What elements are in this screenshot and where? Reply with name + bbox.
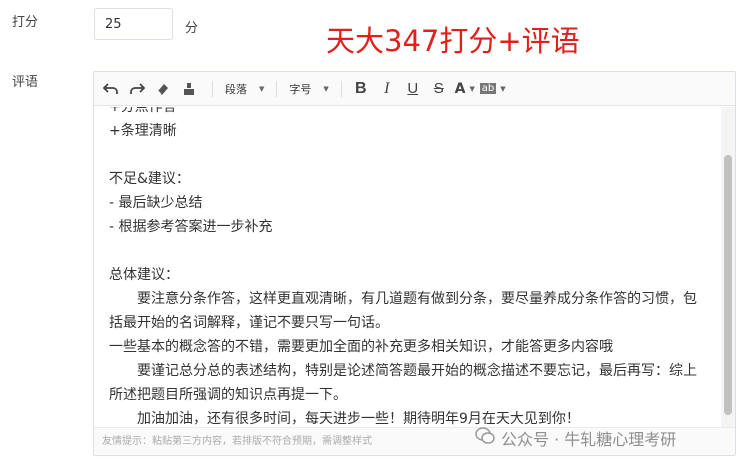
content-blank-line — [109, 239, 709, 263]
content-line: 总体建议： — [109, 267, 179, 283]
chevron-down-icon: ▼ — [259, 84, 265, 93]
scrollbar-thumb[interactable] — [724, 155, 732, 415]
background-color-label: ab — [479, 83, 497, 94]
content-paragraph: 要注意分条作答，这样更直观清晰，有几道题有做到分条，要尽量养成分条作答的习惯，包… — [109, 291, 697, 331]
wechat-icon — [475, 427, 495, 449]
content-line: +条理清晰 — [109, 123, 177, 139]
format-brush-icon[interactable] — [178, 76, 200, 102]
content-paragraph: 加油加油，还有很多时间，每天进步一些！期待明年9月在天大见到你！ — [137, 411, 580, 427]
content-line: 不足&建议： — [109, 171, 190, 187]
score-input[interactable] — [94, 8, 173, 40]
chevron-down-icon: ▼ — [500, 84, 506, 93]
editor-toolbar: 段落 ▼ 字号 ▼ B I U S A ▼ ab ▼ — [94, 72, 735, 106]
chevron-down-icon: ▼ — [323, 84, 329, 93]
overlay-title: 天大347打分+评语 — [326, 24, 580, 58]
watermark-text: 公众号 · 牛轧糖心理考研 — [501, 430, 677, 449]
paragraph-select[interactable]: 段落 ▼ — [221, 76, 268, 102]
content-blank-line — [109, 143, 709, 167]
eraser-icon[interactable] — [152, 76, 174, 102]
editor-content[interactable]: +分点作答 +条理清晰 不足&建议： - 最后缺少总结 - 根据参考答案进一步补… — [94, 107, 722, 427]
italic-button[interactable]: I — [376, 76, 398, 102]
bold-button[interactable]: B — [350, 76, 372, 102]
toolbar-divider — [340, 80, 342, 97]
chevron-down-icon: ▼ — [469, 84, 475, 93]
font-color-label: A — [454, 80, 466, 97]
redo-icon[interactable] — [126, 76, 148, 102]
strikethrough-button[interactable]: S — [428, 76, 450, 102]
undo-icon[interactable] — [100, 76, 122, 102]
rich-text-editor[interactable]: 段落 ▼ 字号 ▼ B I U S A ▼ ab ▼ +分点作答 +条理清晰 不… — [93, 71, 736, 456]
font-size-select-label: 字号 — [289, 82, 312, 96]
watermark: 公众号 · 牛轧糖心理考研 — [475, 425, 676, 451]
paragraph-select-label: 段落 — [225, 82, 247, 96]
toolbar-divider — [276, 80, 278, 97]
font-size-select[interactable]: 字号 ▼ — [285, 76, 332, 102]
comment-label: 评语 — [12, 75, 39, 90]
content-line: - 最后缺少总结 — [109, 195, 203, 211]
toolbar-divider — [212, 80, 213, 97]
font-color-button[interactable]: A ▼ — [454, 76, 476, 102]
editor-scrollbar[interactable] — [721, 107, 735, 427]
underline-button[interactable]: U — [402, 76, 424, 102]
background-color-button[interactable]: ab ▼ — [479, 76, 506, 102]
content-paragraph: 要谨记总分总的表述结构，特别是论述简答题最开始的概念描述不要忘记，最后再写：综上… — [109, 363, 697, 403]
content-line: - 根据参考答案进一步补充 — [109, 219, 273, 235]
content-line: +分点作答 — [109, 107, 177, 115]
score-unit: 分 — [185, 21, 199, 36]
content-line: 一些基本的概念答的不错，需要更加全面的补充更多相关知识，才能答更多内容哦 — [109, 339, 613, 355]
score-label: 打分 — [12, 15, 39, 30]
